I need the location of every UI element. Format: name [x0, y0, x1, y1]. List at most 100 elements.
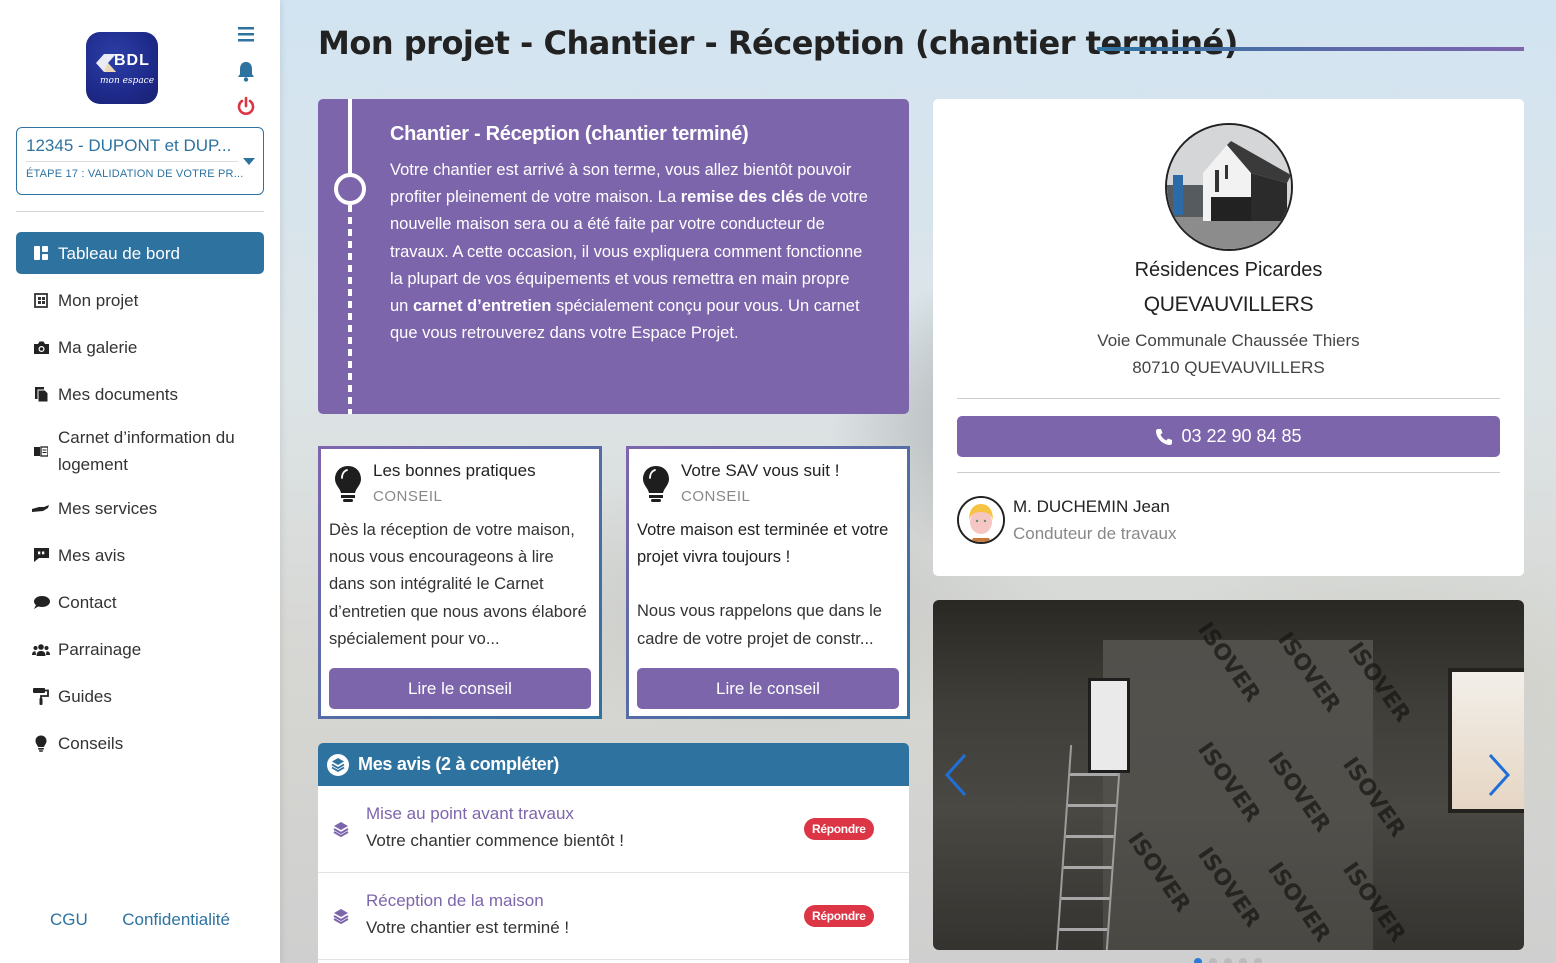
sidebar-item-mes-documents[interactable]: Mes documents [16, 373, 264, 415]
sidebar-item-label: Guides [58, 686, 112, 706]
sidebar-item-mes-services[interactable]: Mes services [16, 487, 264, 529]
sidebar-item-label: Mes services [58, 498, 158, 518]
tip-category: CONSEIL [373, 488, 443, 505]
sidebar-footer: CGU Confidentialité [0, 910, 280, 930]
agency-divider [957, 472, 1500, 473]
app-logo[interactable]: BDL mon espace [86, 32, 158, 104]
tip-lead: Votre maison est terminée et votre proje… [637, 521, 889, 567]
sidebar-item-label: Mon projet [58, 290, 139, 310]
review-title: Mise au point avant travaux [366, 804, 574, 823]
step-text-bold: remise des clés [680, 188, 804, 207]
sidebar-divider [16, 211, 264, 212]
carousel-dot[interactable] [1224, 958, 1232, 963]
sidebar-item-label: Mes documents [58, 384, 178, 404]
photo-window [1088, 678, 1130, 773]
layers-icon [333, 909, 349, 925]
tip-text: Nous vous rappelons que dans le cadre de… [637, 602, 882, 648]
tip-card: Votre SAV vous suit ! CONSEIL Votre mais… [626, 446, 910, 719]
reviews-title: Mes avis (2 à compléter) [358, 754, 559, 774]
review-item[interactable]: Mise au point avant travaux Votre chanti… [318, 786, 909, 873]
logo-chevron-icon [96, 54, 116, 72]
photo-carousel[interactable]: ISOVER ISOVER ISOVER ISOVER ISOVER ISOVE… [933, 600, 1524, 950]
phone-icon [1156, 428, 1173, 445]
sidebar-item-ma-galerie[interactable]: Ma galerie [16, 326, 264, 368]
power-icon[interactable] [234, 96, 258, 120]
read-tip-button[interactable]: Lire le conseil [637, 668, 899, 709]
project-step: ÉTAPE 17 : VALIDATION DE VOTRE PR... [26, 168, 244, 180]
users-icon [32, 640, 50, 658]
review-subtitle: Votre chantier est terminé ! [366, 918, 570, 937]
layers-circle-icon [327, 753, 349, 776]
agency-city: QUEVAUVILLERS [1143, 293, 1314, 316]
lightbulb-icon [32, 734, 50, 752]
contact-avatar [957, 496, 1005, 544]
carousel-dot[interactable] [1194, 958, 1202, 963]
paint-roller-icon [32, 687, 50, 705]
carousel-dot[interactable] [1209, 958, 1217, 963]
sidebar-top-actions [234, 24, 258, 132]
agency-card: Résidences Picardes QUEVAUVILLERS Voie C… [933, 99, 1524, 576]
chevron-left-icon[interactable] [943, 752, 969, 798]
cgu-link[interactable]: CGU [50, 910, 88, 929]
sidebar-item-carnet[interactable]: Carnet d’information du logement [16, 420, 264, 482]
agency-address-line2: 80710 QUEVAUVILLERS [1132, 358, 1325, 377]
step-description: Votre chantier est arrivé à son terme, v… [390, 157, 870, 347]
privacy-link[interactable]: Confidentialité [122, 910, 230, 929]
carousel-indicators [1194, 958, 1262, 963]
sidebar-item-label: Parrainage [58, 639, 142, 659]
logo-tagline: mon espace [100, 76, 155, 86]
sidebar: BDL mon espace 12345 - DUPONT et DUP... … [0, 0, 280, 963]
review-item[interactable]: Réception de la maison Votre chantier es… [318, 873, 909, 960]
step-text-bold: carnet d’entretien [412, 297, 552, 316]
phone-button[interactable]: 03 22 90 84 85 [957, 416, 1500, 457]
quote-comment-icon [32, 546, 50, 564]
phone-number: 03 22 90 84 85 [1181, 426, 1302, 446]
project-name: 12345 - DUPONT et DUP... [26, 136, 238, 162]
read-tip-button[interactable]: Lire le conseil [329, 668, 591, 709]
tip-category: CONSEIL [681, 488, 751, 505]
tip-body: Dès la réception de votre maison, nous v… [329, 521, 587, 648]
tip-title: Votre SAV vous suit ! [681, 461, 840, 480]
carousel-dot[interactable] [1254, 958, 1262, 963]
reviews-header: Mes avis (2 à compléter) [318, 743, 909, 786]
respond-badge[interactable]: Répondre [804, 818, 874, 840]
logo-brand: BDL [114, 52, 150, 69]
agency-address-line1: Voie Communale Chaussée Thiers [1097, 331, 1360, 350]
sidebar-item-contact[interactable]: Contact [16, 581, 264, 623]
project-selector[interactable]: 12345 - DUPONT et DUP... ÉTAPE 17 : VALI… [16, 127, 264, 195]
sidebar-item-label: Conseils [58, 733, 124, 753]
camera-icon [32, 338, 50, 356]
timeline-dashed-line [348, 205, 352, 414]
sidebar-item-tableau-de-bord[interactable]: Tableau de bord [16, 232, 264, 274]
page-title: Mon projet - Chantier - Réception (chant… [318, 24, 1238, 62]
contact-role: Conduteur de travaux [1013, 524, 1177, 543]
bell-icon[interactable] [234, 60, 258, 84]
tip-body: Votre maison est terminée et votre proje… [637, 517, 901, 653]
sidebar-item-parrainage[interactable]: Parrainage [16, 628, 264, 670]
sidebar-item-label: Mes avis [58, 545, 126, 565]
sidebar-item-label: Tableau de bord [58, 243, 180, 263]
review-subtitle: Votre chantier commence bientôt ! [366, 831, 624, 850]
contact-name: M. DUCHEMIN Jean [1013, 497, 1170, 516]
tip-card: Les bonnes pratiques CONSEIL Dès la réce… [318, 446, 602, 719]
step-title: Chantier - Réception (chantier terminé) [390, 123, 749, 145]
tip-title: Les bonnes pratiques [373, 461, 536, 480]
timeline-line [348, 99, 352, 175]
sidebar-item-conseils[interactable]: Conseils [16, 722, 264, 764]
sidebar-item-mon-projet[interactable]: Mon projet [16, 279, 264, 321]
comment-icon [32, 593, 50, 611]
lightbulb-icon [643, 466, 669, 502]
chevron-right-icon[interactable] [1486, 752, 1512, 798]
agency-photo [1165, 123, 1293, 251]
menu-icon[interactable] [234, 24, 258, 48]
title-divider [1097, 47, 1524, 51]
caret-down-icon [243, 158, 255, 165]
step-text: de votre nouvelle maison sera ou a été f… [390, 188, 868, 316]
carousel-dot[interactable] [1239, 958, 1247, 963]
sidebar-item-guides[interactable]: Guides [16, 675, 264, 717]
lightbulb-icon [335, 466, 361, 502]
respond-badge[interactable]: Répondre [804, 905, 874, 927]
review-title: Réception de la maison [366, 891, 544, 910]
layers-icon [333, 822, 349, 838]
sidebar-item-mes-avis[interactable]: Mes avis [16, 534, 264, 576]
